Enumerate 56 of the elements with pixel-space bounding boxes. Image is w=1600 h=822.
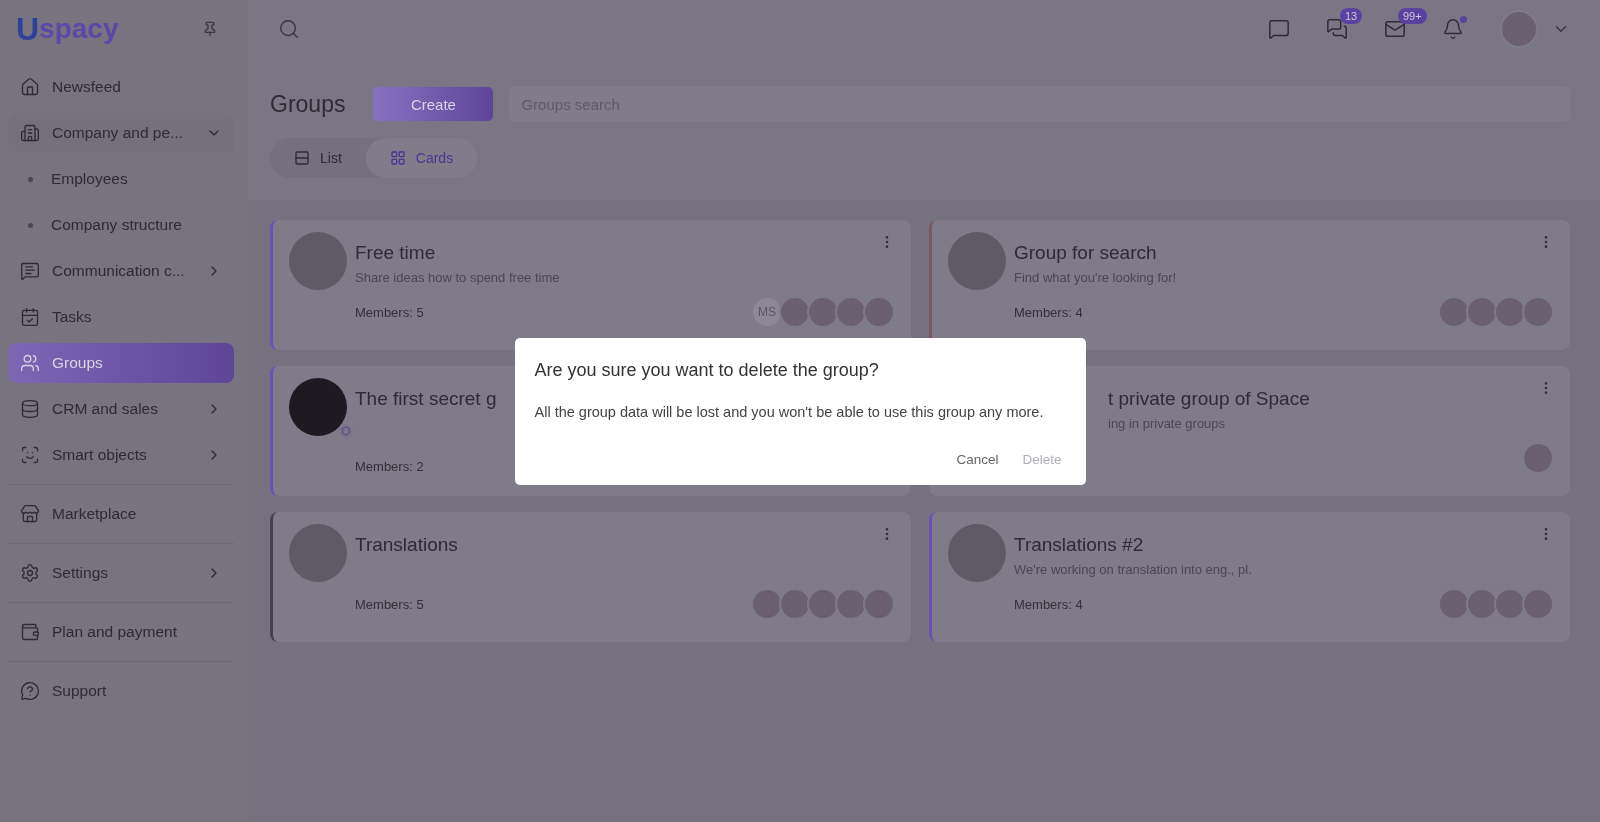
- database-icon: [20, 399, 40, 419]
- group-title[interactable]: Group for search: [1014, 242, 1554, 264]
- nav-item[interactable]: Plan and payment: [8, 612, 234, 652]
- search-icon[interactable]: [278, 18, 300, 40]
- nav-subitem[interactable]: Company structure: [8, 205, 234, 245]
- list-icon: [294, 150, 310, 166]
- group-title[interactable]: Translations: [355, 534, 895, 556]
- building-icon: [20, 123, 40, 143]
- scan-icon: [20, 445, 40, 465]
- calendar-icon: [20, 307, 40, 327]
- store-icon: [20, 504, 40, 524]
- count-badge: 99+: [1398, 8, 1427, 24]
- shield-icon: [339, 424, 353, 438]
- user-avatar[interactable]: [1500, 10, 1538, 48]
- grid-icon: [389, 150, 406, 166]
- group-title[interactable]: Free time: [355, 242, 895, 264]
- mail-icon[interactable]: [1384, 18, 1406, 40]
- members-count: Members: 2: [355, 459, 424, 474]
- chat-icon: [20, 261, 40, 281]
- nav-item[interactable]: Communication c...: [8, 251, 234, 291]
- members-count: Members: 4: [1014, 596, 1083, 612]
- group-title[interactable]: Translations #2: [1014, 534, 1554, 556]
- members-count: Members: 5: [355, 304, 424, 320]
- nav-item[interactable]: Company and pe...: [8, 113, 234, 153]
- group-card[interactable]: Translations Members: 5: [270, 512, 911, 642]
- notification-dot-icon: [1460, 16, 1467, 23]
- settings-icon: [20, 563, 40, 583]
- bullet-icon: [28, 222, 33, 228]
- create-button[interactable]: Create: [373, 87, 494, 121]
- nav-subitem[interactable]: Employees: [8, 159, 234, 199]
- nav-item[interactable]: CRM and sales: [8, 389, 234, 429]
- nav-item[interactable]: Smart objects: [8, 435, 234, 475]
- nav-item[interactable]: Groups: [8, 343, 234, 383]
- page-title: Groups: [270, 90, 346, 118]
- bullet-icon: [28, 176, 33, 182]
- count-badge: 13: [1340, 8, 1363, 24]
- nav-item[interactable]: Newsfeed: [8, 67, 234, 107]
- wallet-icon: [20, 622, 40, 642]
- dialog-title: Are you sure you want to delete the group?: [534, 359, 880, 381]
- users-icon: [20, 353, 40, 373]
- nav-item[interactable]: Marketplace: [8, 494, 234, 534]
- nav-item[interactable]: Settings: [8, 553, 234, 593]
- view-tab[interactable]: List: [270, 138, 366, 178]
- dialog-button[interactable]: Cancel: [952, 445, 1003, 473]
- view-tab[interactable]: Cards: [365, 138, 478, 178]
- members-count: Members: 4: [1014, 304, 1083, 320]
- home-icon: [20, 77, 40, 97]
- chats-icon[interactable]: [1326, 18, 1348, 40]
- nav-item[interactable]: Tasks: [8, 297, 234, 337]
- help-icon: [20, 681, 40, 701]
- nav-item[interactable]: Support: [8, 671, 234, 711]
- members-count: Members: 5: [355, 596, 424, 612]
- chat-icon[interactable]: [1268, 18, 1290, 40]
- pin-icon[interactable]: [202, 21, 218, 37]
- group-title[interactable]: t private group of Space: [1108, 388, 1554, 410]
- bell-icon[interactable]: [1442, 18, 1464, 40]
